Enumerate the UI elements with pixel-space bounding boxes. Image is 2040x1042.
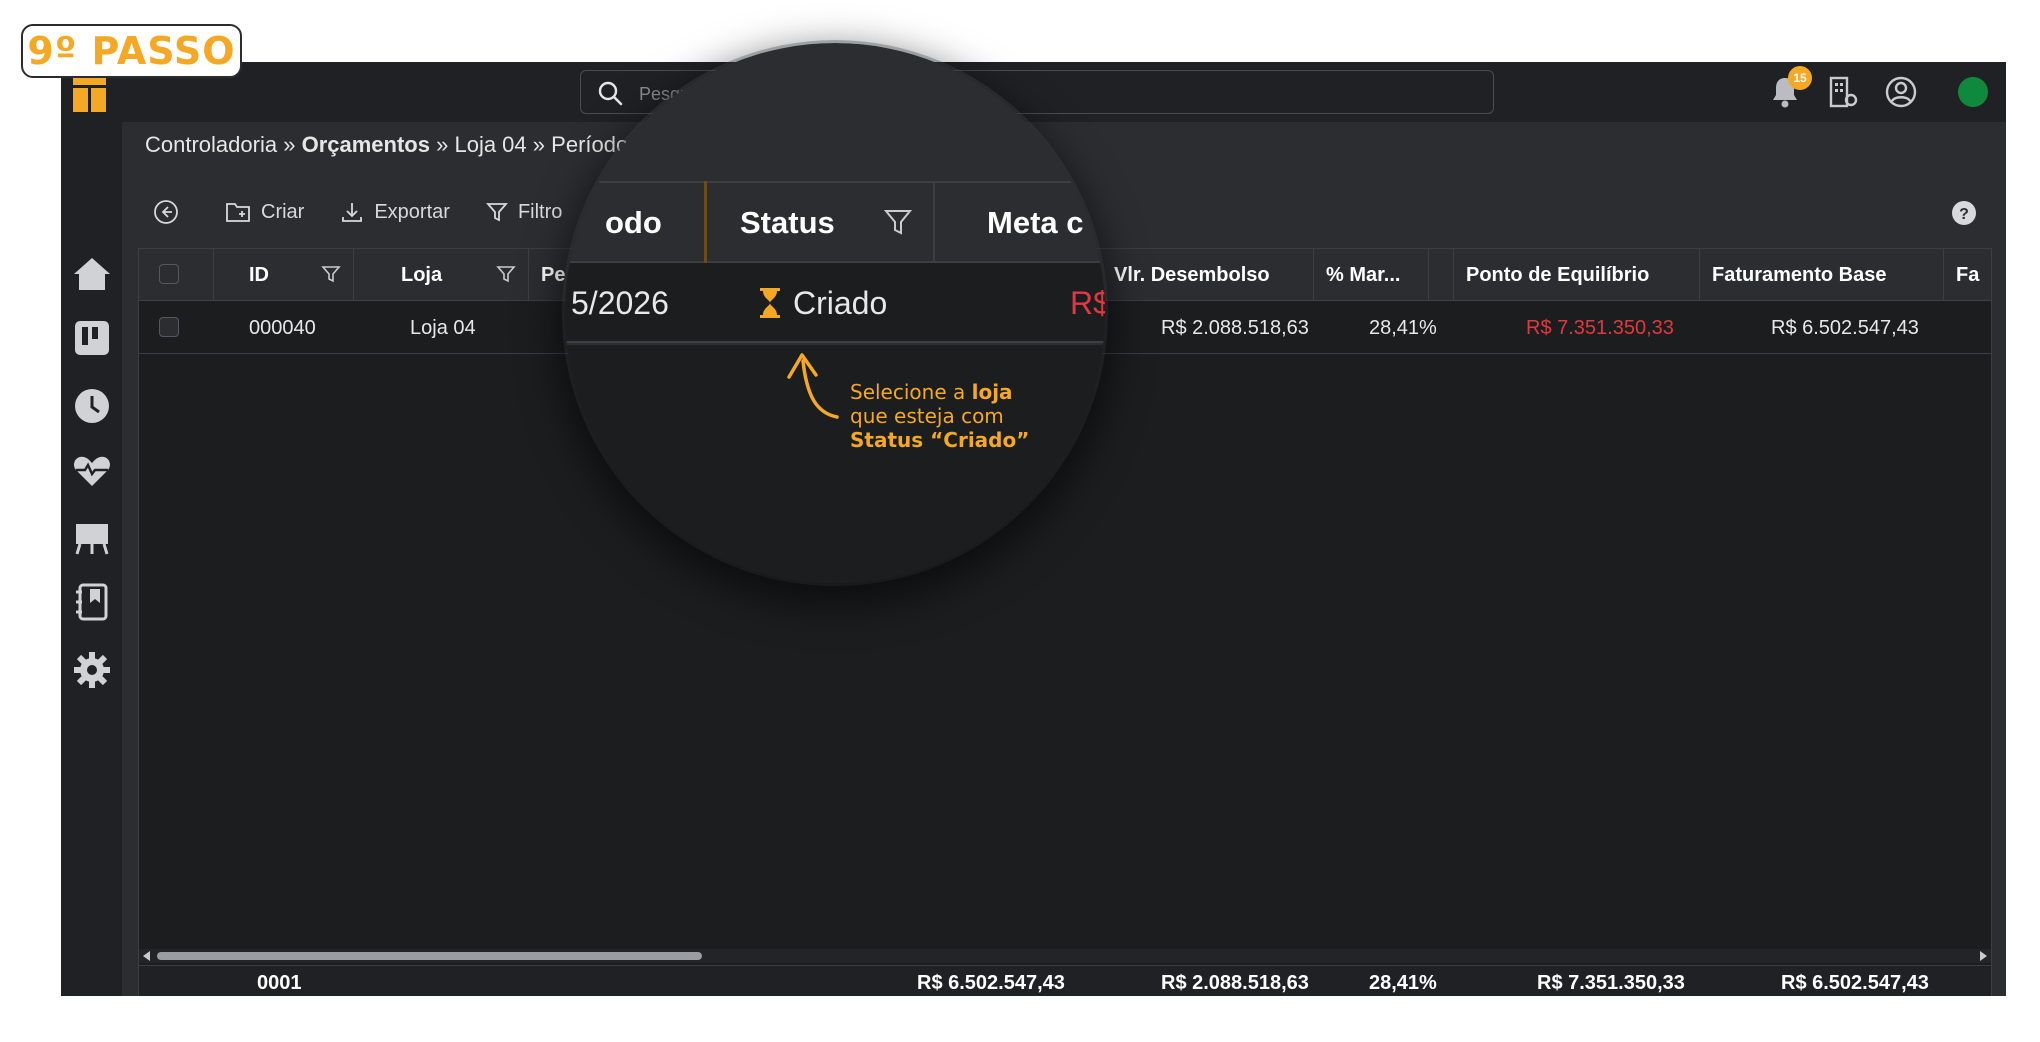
zoomed-cell-period: 5/2026 <box>571 284 669 321</box>
magnifier-lens: odo Status Meta c 5/2026 Criado R$ Selec… <box>565 43 1105 583</box>
export-button[interactable]: Exportar <box>340 200 450 224</box>
svg-text:?: ? <box>1959 206 1969 223</box>
tutorial-screenshot: 9º PASSO Pesquisar 15 <box>0 0 2040 1042</box>
scroll-right-arrow-icon[interactable] <box>1980 951 1987 961</box>
hint-emphasis: loja <box>971 380 1013 404</box>
hourglass-icon <box>760 288 780 318</box>
column-header-next[interactable]: Fa <box>1944 249 1991 301</box>
column-header-disbursement[interactable]: Vlr. Desembolso <box>1102 249 1314 301</box>
clock-icon[interactable] <box>70 384 114 428</box>
zoomed-header-status: Status <box>740 205 835 240</box>
column-header-margin[interactable]: % Mar... <box>1314 249 1454 301</box>
total-base-revenue: R$ 6.502.547,43 <box>1781 972 1929 994</box>
curved-arrow-icon <box>787 353 839 419</box>
column-label: % Mar... <box>1326 263 1401 286</box>
hint-emphasis: Status “Criado” <box>850 428 1030 452</box>
scroll-left-arrow-icon[interactable] <box>143 951 150 961</box>
filter-icon[interactable] <box>883 207 913 237</box>
zoomed-header: odo Status Meta c <box>565 181 1105 263</box>
filter-icon[interactable] <box>496 264 516 284</box>
instruction-callout: Selecione a loja que esteja com Status “… <box>850 380 1029 452</box>
column-label: Faturamento Base <box>1712 263 1887 286</box>
row-checkbox[interactable] <box>159 317 179 337</box>
cell-store: Loja 04 <box>410 316 476 339</box>
folder-plus-icon <box>226 203 250 222</box>
total-margin: 28,41% <box>1369 972 1437 994</box>
kanban-board-icon[interactable] <box>70 316 114 360</box>
settings-gear-icon[interactable] <box>70 648 114 692</box>
filter-button[interactable]: Filtro <box>485 200 563 224</box>
table-totals-row: 0001 R$ 6.502.547,43 R$ 2.088.518,63 28,… <box>139 965 1991 996</box>
create-label: Criar <box>261 200 305 223</box>
hint-text: Selecione a <box>850 380 972 404</box>
select-all-cell <box>139 249 214 301</box>
zoomed-column-divider <box>933 183 935 263</box>
step-badge: 9º PASSO <box>21 24 242 78</box>
home-icon[interactable] <box>70 252 114 296</box>
download-icon <box>342 203 363 222</box>
total-disbursement: R$ 2.088.518,63 <box>1161 972 1309 994</box>
create-button[interactable]: Criar <box>225 200 304 224</box>
sidebar <box>61 122 122 996</box>
total-goal: R$ 6.502.547,43 <box>917 972 1065 994</box>
filter-icon[interactable] <box>321 264 341 284</box>
column-label: Loja <box>401 263 443 286</box>
heart-pulse-icon[interactable] <box>70 448 114 492</box>
breadcrumb-store[interactable]: Loja 04 <box>454 132 526 157</box>
select-all-checkbox[interactable] <box>159 264 179 284</box>
zoomed-cell-status: Criado <box>793 284 888 321</box>
cell-breakeven: R$ 7.351.350,33 <box>1526 316 1674 339</box>
zoomed-table-row[interactable]: 5/2026 Criado R$ <box>565 263 1105 343</box>
top-bar: Pesquisar 15 <box>61 62 2006 122</box>
column-label: Ponto de Equilíbrio <box>1466 263 1650 286</box>
cell-disbursement: R$ 2.088.518,63 <box>1161 316 1309 339</box>
export-label: Exportar <box>374 200 450 223</box>
zoomed-cell-goal: R$ <box>1070 284 1105 321</box>
hint-text: que esteja com <box>850 404 1004 428</box>
zoomed-header-period: odo <box>605 205 662 240</box>
presentation-board-icon[interactable] <box>70 516 114 560</box>
filter-icon <box>485 203 508 222</box>
column-label: Pe <box>541 263 566 286</box>
column-label: ID <box>249 263 269 286</box>
breadcrumb-separator: » <box>283 132 296 157</box>
cell-id: 000040 <box>249 316 316 339</box>
cell-margin: 28,41% <box>1369 316 1437 339</box>
cell-base-revenue: R$ 6.502.547,43 <box>1771 316 1919 339</box>
breadcrumb-separator: » <box>532 132 546 157</box>
column-label: Fa <box>1956 263 1980 286</box>
user-account-icon[interactable] <box>1883 74 1919 110</box>
search-icon <box>598 81 623 106</box>
breadcrumb-root[interactable]: Controladoria <box>145 132 277 157</box>
notebook-icon[interactable] <box>70 580 114 624</box>
back-button[interactable] <box>153 199 189 225</box>
scrollbar-thumb[interactable] <box>157 952 702 960</box>
column-header-id[interactable]: ID <box>214 249 354 301</box>
total-breakeven: R$ 7.351.350,33 <box>1537 972 1685 994</box>
help-icon[interactable]: ? <box>1951 200 1977 226</box>
column-label: Vlr. Desembolso <box>1114 263 1270 286</box>
toolbar: Criar Exportar Filtro <box>153 192 598 232</box>
column-header-store[interactable]: Loja <box>354 249 529 301</box>
online-status-indicator <box>1958 77 1988 107</box>
back-arrow-icon <box>154 200 178 224</box>
filter-label: Filtro <box>517 200 563 223</box>
breadcrumb-separator: » <box>436 132 449 157</box>
horizontal-scrollbar[interactable] <box>139 949 1991 963</box>
total-count: 0001 <box>257 972 302 994</box>
building-settings-icon[interactable] <box>1825 74 1861 110</box>
zoomed-header-goal: Meta c <box>987 205 1084 240</box>
column-header-base-revenue[interactable]: Faturamento Base <box>1700 249 1944 301</box>
breadcrumb-current[interactable]: Orçamentos <box>302 132 430 157</box>
app-logo-icon[interactable] <box>73 76 106 112</box>
column-header-breakeven[interactable]: Ponto de Equilíbrio <box>1454 249 1700 301</box>
notification-count-badge: 15 <box>1788 66 1812 90</box>
breadcrumb: Controladoria » Orçamentos » Loja 04 » P… <box>145 132 628 158</box>
